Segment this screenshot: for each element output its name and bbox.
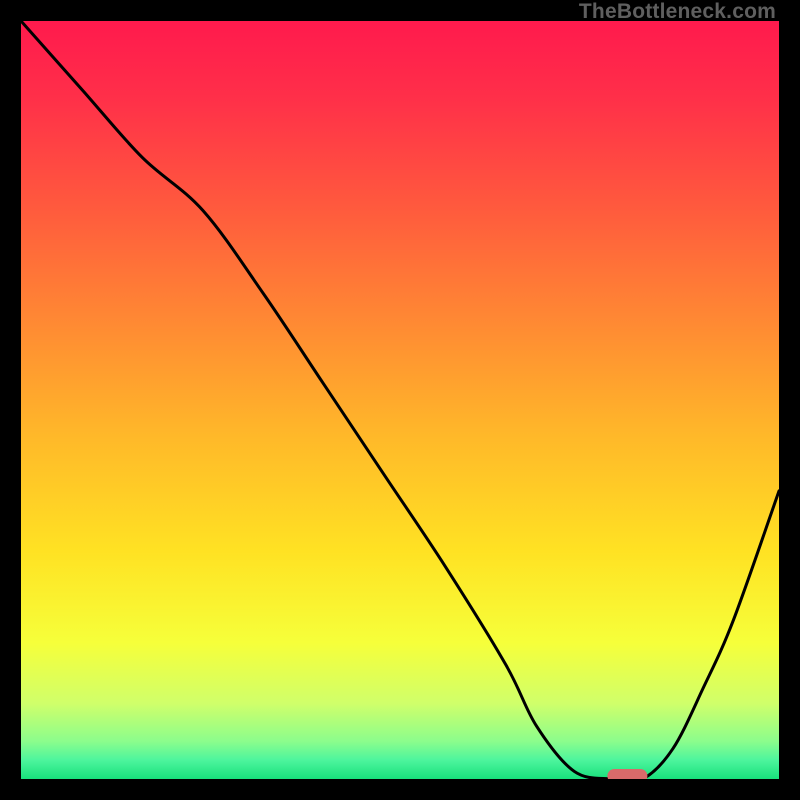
marker-pill [607, 769, 647, 779]
gradient-background [21, 21, 779, 779]
chart-svg [21, 21, 779, 779]
plot-area [21, 21, 779, 779]
